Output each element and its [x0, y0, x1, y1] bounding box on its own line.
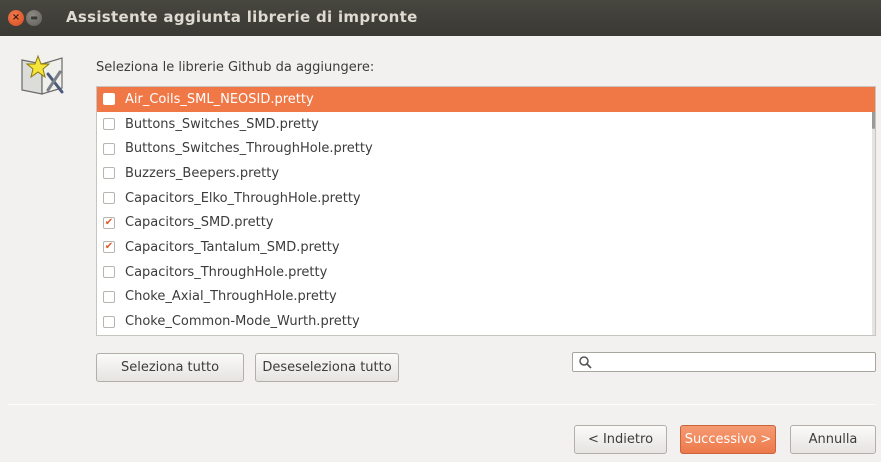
list-item[interactable]: ✔ Capacitors_Tantalum_SMD.pretty	[97, 235, 875, 260]
search-icon	[579, 356, 592, 369]
library-name: Choke_Common-Mode_Wurth.pretty	[125, 314, 360, 330]
wizard-icon	[21, 54, 64, 95]
library-name: Capacitors_Elko_ThroughHole.pretty	[125, 190, 361, 206]
library-name: Capacitors_ThroughHole.pretty	[125, 264, 328, 280]
list-item[interactable]: Capacitors_ThroughHole.pretty	[97, 260, 875, 285]
library-name: Air_Coils_SML_NEOSID.pretty	[125, 91, 314, 107]
title-bar: × ▬ Assistente aggiunta librerie di impr…	[0, 0, 881, 36]
close-icon: ×	[11, 12, 21, 23]
list-item[interactable]: Buzzers_Beepers.pretty	[97, 161, 875, 186]
library-checkbox[interactable]: ✔	[103, 216, 115, 229]
instruction-label: Seleziona le librerie Github da aggiunge…	[96, 60, 375, 75]
cancel-button[interactable]: Annulla	[790, 425, 876, 454]
search-input[interactable]	[597, 354, 871, 370]
list-item[interactable]: Buttons_Switches_ThroughHole.pretty	[97, 136, 875, 161]
back-button[interactable]: < Indietro	[574, 425, 667, 454]
library-list[interactable]: Air_Coils_SML_NEOSID.pretty Buttons_Switc…	[96, 86, 876, 336]
search-field[interactable]	[572, 352, 876, 372]
close-window-button[interactable]: ×	[8, 10, 24, 26]
library-name: Buttons_Switches_SMD.pretty	[125, 116, 319, 132]
library-checkbox[interactable]	[103, 315, 115, 328]
minimize-window-button[interactable]: ▬	[26, 10, 42, 26]
library-checkbox[interactable]	[103, 118, 115, 131]
deselect-all-button[interactable]: Deseseleziona tutto	[255, 353, 399, 382]
library-checkbox[interactable]	[103, 93, 115, 106]
library-checkbox[interactable]	[103, 290, 115, 303]
library-checkbox[interactable]	[103, 167, 115, 180]
library-checkbox[interactable]	[103, 266, 115, 279]
window-title: Assistente aggiunta librerie di impronte	[66, 8, 418, 26]
library-checkbox[interactable]	[103, 142, 115, 155]
footer-separator	[8, 404, 876, 405]
library-name: Buzzers_Beepers.pretty	[125, 165, 280, 181]
library-name: Capacitors_SMD.pretty	[125, 215, 274, 231]
minimize-icon: ▬	[30, 13, 38, 22]
list-item[interactable]: Buttons_Switches_SMD.pretty	[97, 112, 875, 137]
library-name: Buttons_Switches_ThroughHole.pretty	[125, 141, 373, 157]
list-item[interactable]: Air_Coils_SML_NEOSID.pretty	[97, 87, 875, 112]
library-checkbox[interactable]: ✔	[103, 241, 115, 254]
select-all-button[interactable]: Seleziona tutto	[96, 353, 244, 382]
list-item[interactable]: Capacitors_Elko_ThroughHole.pretty	[97, 186, 875, 211]
library-checkbox[interactable]	[103, 192, 115, 205]
list-item[interactable]: Choke_Axial_ThroughHole.pretty	[97, 285, 875, 310]
list-item[interactable]: Choke_Common-Mode_Wurth.pretty	[97, 309, 875, 334]
next-button[interactable]: Successivo >	[680, 425, 776, 454]
library-name: Capacitors_Tantalum_SMD.pretty	[125, 239, 340, 255]
list-item[interactable]: ✔ Capacitors_SMD.pretty	[97, 210, 875, 235]
library-name: Choke_Axial_ThroughHole.pretty	[125, 289, 337, 305]
